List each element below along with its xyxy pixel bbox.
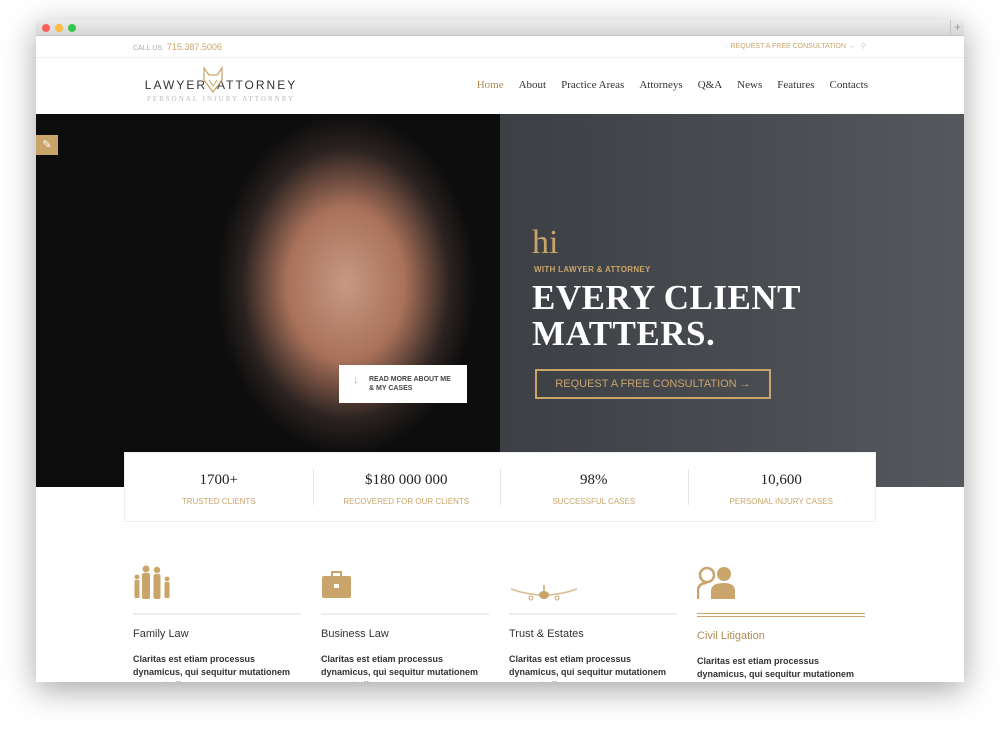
practice-description: Claritas est etiam processus dynamicus, … (321, 654, 479, 682)
header: LAWYER ATTORNEY PERSONAL INJURY ATTORNRY… (36, 58, 964, 114)
search-icon[interactable]: ⚲ (861, 43, 866, 50)
practice-family-law[interactable]: Family Law Claritas est etiam processus … (133, 565, 301, 682)
hero-subtitle: WITH LAWYER & ATTORNEY (534, 265, 651, 274)
phone-link[interactable]: 715.387.5006 (167, 42, 222, 52)
practice-description: Claritas est etiam processus dynamicus, … (697, 656, 855, 679)
nav-qa[interactable]: Q&A (698, 79, 722, 91)
family-icon (134, 565, 170, 599)
stat-label: SUCCESSFUL CASES (552, 497, 636, 506)
stat-item: 1700+ TRUSTED CLIENTS (125, 453, 313, 521)
nav-features[interactable]: Features (777, 79, 814, 91)
practice-trust-estates[interactable]: Trust & Estates Claritas est etiam proce… (509, 565, 677, 682)
practice-title: Business Law (321, 628, 389, 640)
practice-business-law[interactable]: Business Law Claritas est etiam processu… (321, 565, 489, 682)
practice-civil-litigation[interactable]: Civil Litigation Claritas est etiam proc… (696, 565, 865, 682)
request-consultation-link[interactable]: REQUEST A FREE CONSULTATION → (731, 43, 855, 50)
minimize-button[interactable] (55, 24, 63, 32)
arrow-down-icon: ↓ (353, 374, 359, 386)
read-more-line1: READ MORE ABOUT ME (369, 376, 451, 383)
paintbrush-icon[interactable]: ✎ (36, 135, 58, 155)
practice-description: Claritas est etiam processus dynamicus, … (133, 654, 291, 682)
nav-practice-areas[interactable]: Practice Areas (561, 79, 624, 91)
stat-value: $180 000 000 (365, 472, 448, 488)
request-consultation-button[interactable]: REQUEST A FREE CONSULTATION → (535, 369, 771, 399)
stat-item: 10,600 PERSONAL INJURY CASES (687, 453, 876, 521)
stats-bar: 1700+ TRUSTED CLIENTS $180 000 000 RECOVER… (124, 452, 876, 522)
practice-title: Family Law (133, 628, 189, 640)
read-more-line2: & MY CASES (369, 385, 413, 392)
divider (697, 613, 865, 617)
top-bar: CALL US: 715.387.5006 ◌ REQUEST A FREE CO… (36, 36, 964, 58)
nav-news[interactable]: News (737, 79, 762, 91)
close-button[interactable] (42, 24, 50, 32)
main-menu: Home About Practice Areas Attorneys Q&A … (477, 79, 868, 91)
people-icon (696, 566, 735, 599)
stat-item: $180 000 000 RECOVERED FOR OUR CLIENTS (312, 453, 501, 521)
hero-greeting: hi (532, 224, 559, 261)
practice-description: Claritas est etiam processus dynamicus, … (509, 654, 667, 682)
stat-value: 10,600 (760, 472, 802, 488)
stat-label: RECOVERED FOR OUR CLIENTS (343, 497, 470, 506)
briefcase-icon (322, 571, 351, 598)
stat-value: 1700+ (199, 472, 238, 488)
practice-title: Civil Litigation (697, 630, 765, 642)
title-bar: + (36, 20, 964, 36)
divider (133, 613, 301, 615)
logo-subtitle: PERSONAL INJURY ATTORNRY (146, 95, 296, 103)
practice-areas: Family Law Claritas est etiam processus … (133, 565, 865, 682)
divider (509, 613, 677, 615)
stat-item: 98% SUCCESSFUL CASES (500, 453, 688, 521)
browser-window: + CALL US: 715.387.5006 ◌ REQUEST A FREE … (36, 20, 964, 682)
nav-contacts[interactable]: Contacts (830, 79, 869, 91)
divider (321, 613, 489, 615)
stat-label: PERSONAL INJURY CASES (729, 497, 833, 506)
nav-about[interactable]: About (519, 79, 547, 91)
headline-line1: EVERY CLIENT (532, 278, 801, 317)
attorney-photo (36, 114, 500, 487)
hero-headline: EVERY CLIENT MATTERS. (532, 280, 801, 352)
airplane-icon (510, 585, 578, 601)
call-label: CALL US: (133, 45, 164, 52)
maximize-button[interactable] (68, 24, 76, 32)
headline-line2: MATTERS. (532, 314, 716, 353)
stat-label: TRUSTED CLIENTS (181, 497, 256, 506)
practice-title: Trust & Estates (509, 628, 584, 640)
hero: ✎ ↓ READ MORE ABOUT ME & MY CASES hi WITH … (36, 114, 964, 487)
logo[interactable]: LAWYER ATTORNEY PERSONAL INJURY ATTORNRY (136, 66, 306, 103)
fox-logo-icon (203, 66, 223, 94)
nav-attorneys[interactable]: Attorneys (639, 79, 682, 91)
stat-value: 98% (580, 472, 608, 488)
new-tab-button[interactable]: + (950, 20, 964, 36)
read-more-button[interactable]: ↓ READ MORE ABOUT ME & MY CASES (339, 365, 467, 403)
nav-home[interactable]: Home (477, 79, 504, 91)
